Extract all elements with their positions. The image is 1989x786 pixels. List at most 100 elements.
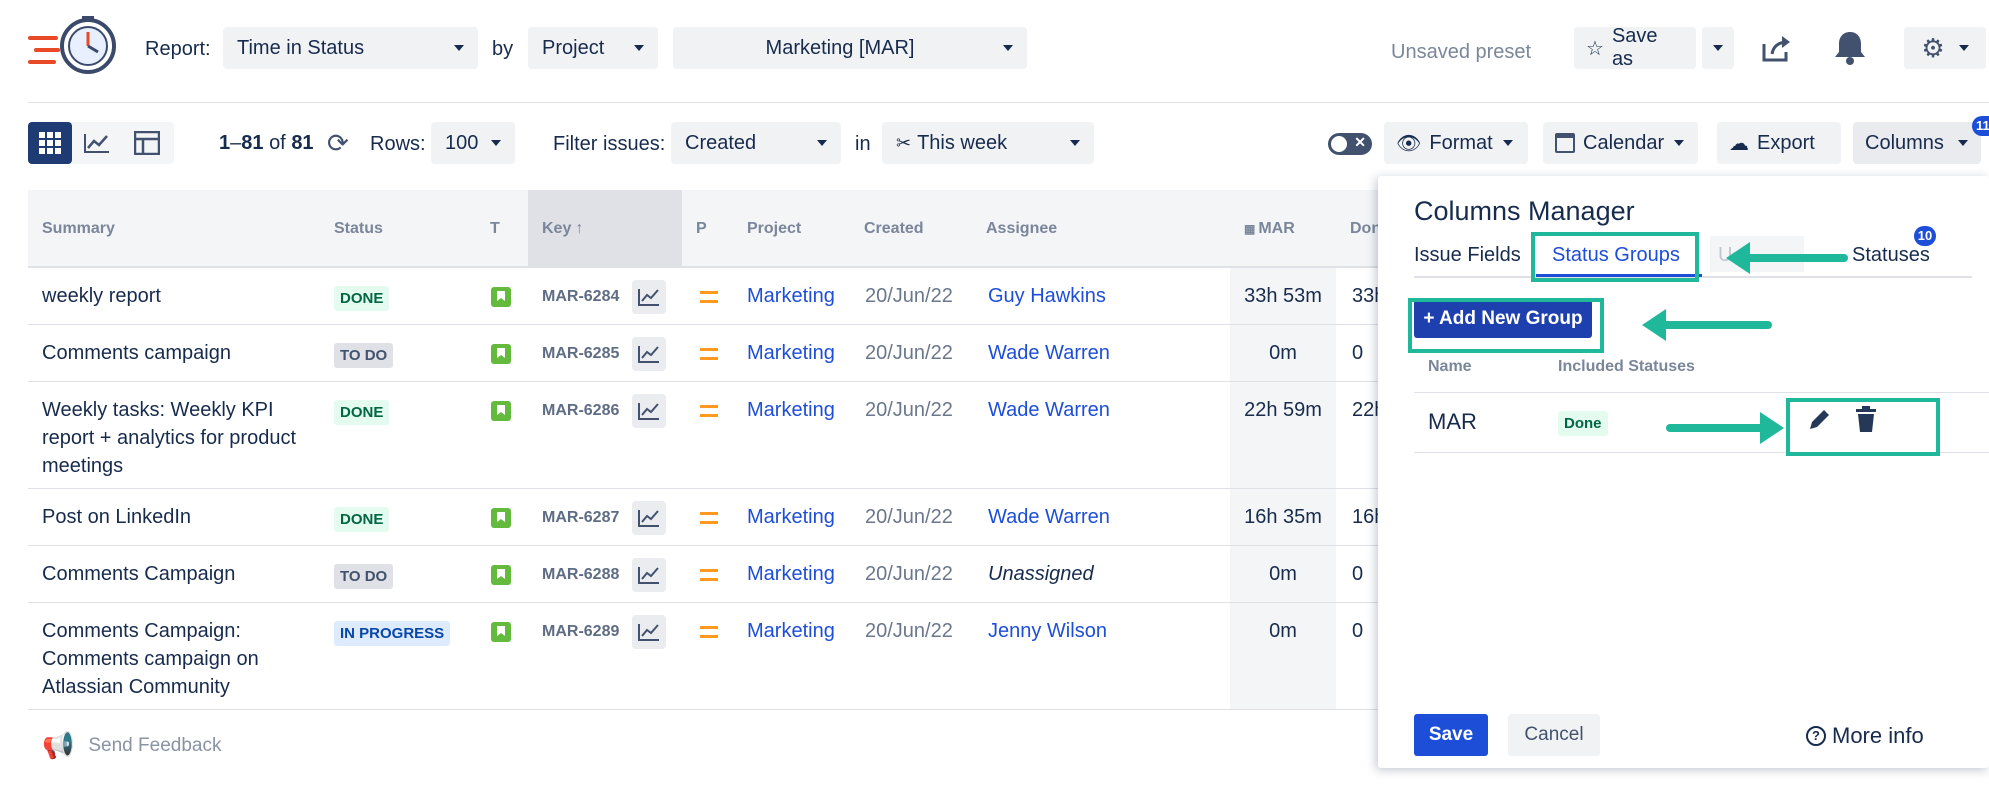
summary-text: Weekly tasks: Weekly KPI (42, 399, 274, 421)
rows-label: Rows: (370, 133, 426, 155)
issue-key[interactable]: MAR-6285 (542, 345, 619, 363)
assignee-link[interactable]: Wade Warren (988, 396, 1110, 424)
calendar-icon (1555, 133, 1575, 153)
calendar-button[interactable]: Calendar (1543, 122, 1698, 164)
assignee-link[interactable]: Wade Warren (988, 503, 1110, 531)
share-icon[interactable] (1758, 30, 1794, 66)
range-total: 81 (291, 132, 314, 154)
report-select-value: Time in Status (237, 36, 365, 59)
save-as-dropdown-button[interactable] (1702, 27, 1734, 69)
status-badge: TO DO (334, 343, 394, 368)
col-name-header: Name (1428, 358, 1472, 375)
assignee-link[interactable]: Guy Hawkins (988, 282, 1106, 310)
col-project[interactable]: Project (747, 190, 801, 268)
status-badge: DONE (334, 507, 390, 532)
rows-select[interactable]: 100 (431, 122, 515, 164)
tab-statuses[interactable]: Statuses (1852, 244, 1930, 267)
assignee-link[interactable]: Jenny Wilson (988, 617, 1107, 645)
tab-issue-fields[interactable]: Issue Fields (1414, 244, 1521, 267)
col-done[interactable]: Don (1350, 190, 1381, 268)
col-type[interactable]: T (490, 190, 500, 268)
settings-button[interactable]: ⚙ (1904, 27, 1986, 69)
col-mar[interactable]: ▦ MAR (1244, 190, 1295, 268)
summary-text: Comments campaign (42, 342, 231, 364)
toggle-switch[interactable]: ✕ (1328, 133, 1372, 155)
annotation-arrow-left-1 (1726, 242, 1848, 274)
cloud-upload-icon: ☁ (1729, 132, 1749, 155)
issue-key[interactable]: MAR-6286 (542, 402, 619, 420)
mar-time: 0m (1269, 342, 1297, 364)
rows-select-value: 100 (445, 131, 479, 154)
story-type-icon (491, 565, 511, 585)
chevron-down-icon (454, 45, 464, 51)
created-date: 20/Jun/22 (865, 563, 953, 585)
issue-key[interactable]: MAR-6289 (542, 623, 619, 641)
created-date: 20/Jun/22 (865, 399, 953, 421)
save-as-button[interactable]: ☆ Save as (1574, 25, 1696, 70)
chart-view-icon[interactable] (72, 122, 122, 164)
priority-medium-icon (700, 626, 718, 638)
filter-issues-label: Filter issues: (553, 133, 666, 155)
columns-button[interactable]: Columns (1853, 122, 1981, 164)
project-link[interactable]: Marketing (747, 396, 835, 424)
story-type-icon (491, 344, 511, 364)
status-badge: TO DO (334, 564, 394, 589)
more-info-link[interactable]: ? More info (1806, 723, 1924, 749)
status-badge: DONE (334, 400, 390, 425)
eye-icon: 👁 (1396, 132, 1422, 155)
notifications-bell-icon[interactable] (1832, 28, 1868, 66)
project-link[interactable]: Marketing (747, 617, 835, 645)
col-status[interactable]: Status (334, 190, 383, 268)
issue-chart-icon[interactable] (632, 394, 666, 428)
project-select[interactable]: Marketing [MAR] (673, 27, 1027, 69)
chevron-down-icon (1957, 140, 1968, 146)
calendar-period-icon: ✂ (896, 132, 912, 153)
group-grid-icon: ▦ (1244, 222, 1256, 236)
header-divider (28, 102, 1989, 103)
chevron-down-icon (1713, 45, 1723, 51)
gear-icon: ⚙ (1921, 32, 1945, 63)
format-button[interactable]: 👁 Format (1384, 122, 1528, 164)
layout-view-icon[interactable] (122, 122, 172, 164)
range-of: of (269, 132, 286, 154)
project-link[interactable]: Marketing (747, 560, 835, 588)
col-key[interactable]: Key ↑ (542, 190, 583, 268)
col-created[interactable]: Created (864, 190, 924, 268)
group-name: MAR (1428, 409, 1477, 434)
period-select[interactable]: ✂ This week (882, 122, 1094, 164)
assignee-link[interactable]: Unassigned (988, 560, 1094, 588)
issue-key[interactable]: MAR-6288 (542, 566, 619, 584)
issue-chart-icon[interactable] (632, 558, 666, 592)
project-link[interactable]: Marketing (747, 339, 835, 367)
filter-select[interactable]: Created (671, 122, 841, 164)
period-text: This week (917, 131, 1008, 154)
issue-chart-icon[interactable] (632, 501, 666, 535)
summary-text: Comments campaign on (42, 648, 259, 670)
view-switcher (28, 122, 174, 164)
project-link[interactable]: Marketing (747, 282, 835, 310)
app-logo (26, 12, 118, 82)
col-summary[interactable]: Summary (42, 190, 115, 268)
assignee-link[interactable]: Wade Warren (988, 339, 1110, 367)
refresh-icon[interactable]: ⟳ (327, 128, 349, 159)
send-feedback-link[interactable]: 📢 Send Feedback (42, 730, 221, 761)
issue-key[interactable]: MAR-6287 (542, 509, 619, 527)
issue-chart-icon[interactable] (632, 280, 666, 314)
panel-cancel-button[interactable]: Cancel (1508, 714, 1600, 756)
issue-chart-icon[interactable] (632, 337, 666, 371)
project-link[interactable]: Marketing (747, 503, 835, 531)
export-button[interactable]: ☁ Export (1717, 122, 1841, 164)
done-time: 0 (1352, 620, 1364, 642)
col-assignee[interactable]: Assignee (986, 190, 1057, 268)
by-label: by (492, 38, 514, 60)
panel-save-button[interactable]: Save (1414, 714, 1488, 756)
issue-key[interactable]: MAR-6284 (542, 288, 619, 306)
col-priority[interactable]: P (696, 190, 707, 268)
group-by-select[interactable]: Project (528, 27, 658, 69)
report-select[interactable]: Time in Status (223, 27, 478, 69)
issue-chart-icon[interactable] (632, 615, 666, 649)
summary-text: report + analytics for product (42, 427, 297, 449)
range-sep: – (230, 132, 242, 154)
chevron-down-icon (491, 140, 501, 146)
grid-view-icon[interactable] (28, 122, 72, 164)
